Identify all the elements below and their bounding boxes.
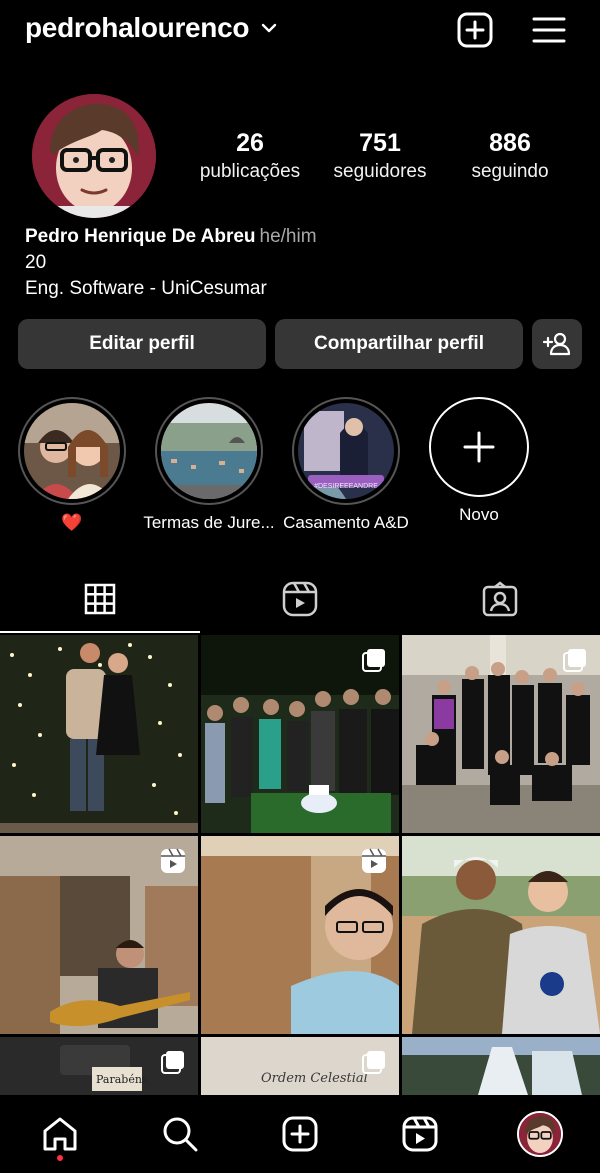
reels-icon [402,1116,438,1152]
stat-following[interactable]: 886 seguindo [445,128,575,186]
tab-posts-grid[interactable] [0,565,200,633]
tab-reels[interactable] [200,565,400,633]
chevron-down-icon [262,23,277,33]
profile-stats: 26 publicações 751 seguidores 886 seguin… [185,128,575,186]
stat-followers[interactable]: 751 seguidores [315,128,445,186]
stat-posts[interactable]: 26 publicações [185,128,315,186]
tagged-icon [482,581,518,617]
notification-dot [57,1155,63,1161]
stat-value: 26 [236,129,264,157]
highlight-heart[interactable]: ❤️ [18,397,126,533]
share-profile-button[interactable]: Compartilhar perfil [275,319,523,369]
username: pedrohalourenco [25,12,250,43]
highlight-label: ❤️ [61,513,83,532]
post-thumbnail[interactable] [0,836,198,1034]
stat-value: 886 [489,129,531,157]
bio-line: Eng. Software - UniCesumar [25,278,267,299]
post-caption-text: Parabéns [96,1073,148,1086]
highlight-label: Termas de Jure... [143,513,275,532]
highlight-ring [155,397,263,505]
highlight-ring [18,397,126,505]
multiple-posts-icon [563,649,586,672]
post-thumbnail[interactable] [402,1037,600,1095]
post-thumbnail[interactable] [0,635,198,833]
nav-reels[interactable] [360,1095,480,1173]
home-icon [43,1117,77,1151]
highlight-sticker: #DESIREEEANDRE [314,483,378,490]
multiple-posts-icon [362,1051,385,1074]
pronouns: he/him [259,226,317,247]
highlight-cover [24,403,120,499]
highlight-label: Casamento A&D [283,513,409,532]
multiple-posts-icon [362,649,385,672]
menu-icon[interactable] [531,12,567,48]
nav-home[interactable] [0,1095,120,1173]
highlight-termas[interactable]: Termas de Jure... [143,397,275,533]
highlight-casamento[interactable]: #DESIREEEANDRE Casamento A&D [283,397,409,533]
stat-value: 751 [359,129,401,157]
profile-header: pedrohalourenco [0,0,600,64]
profile-avatar[interactable] [32,94,156,218]
stat-label: seguidores [333,161,427,182]
post-thumbnail[interactable]: Ordem Celestial [201,1037,399,1095]
bottom-navigation [0,1095,600,1173]
highlight-new[interactable]: Novo [429,397,537,525]
grid-icon [84,583,116,615]
bio-line: 20 [25,252,47,273]
post-thumbnail[interactable] [402,836,600,1034]
highlight-cover [161,403,257,499]
reels-icon [282,581,318,617]
highlight-ring: #DESIREEEANDRE [292,397,400,505]
post-thumbnail[interactable] [402,635,600,833]
post-thumbnail[interactable]: Parabéns [0,1037,198,1095]
post-caption-text: Ordem Celestial [261,1071,368,1086]
tab-tagged[interactable] [400,565,600,633]
stat-label: seguindo [471,161,549,182]
discover-people-button[interactable] [532,319,582,369]
highlight-label: Novo [459,505,499,524]
post-thumbnail[interactable] [201,635,399,833]
stat-label: publicações [199,161,301,182]
search-icon [163,1117,198,1152]
highlight-cover: #DESIREEEANDRE [298,403,394,499]
post-thumbnail[interactable] [201,836,399,1034]
add-person-icon [543,332,571,356]
highlight-ring [429,397,529,497]
create-icon [282,1116,318,1152]
display-name: Pedro Henrique De Abreu [25,226,256,247]
profile-avatar-small [517,1111,563,1157]
plus-icon [463,431,495,463]
reel-icon [362,848,386,873]
create-post-icon[interactable] [457,12,493,48]
reel-icon [161,848,185,873]
avatar-illustration [32,94,156,218]
nav-search[interactable] [120,1095,240,1173]
multiple-posts-icon [161,1051,184,1074]
profile-tabs [0,565,600,633]
nav-create[interactable] [240,1095,360,1173]
profile-bio: Pedro Henrique De Abreu he/him 20 Eng. So… [25,224,317,302]
nav-profile[interactable] [480,1095,600,1173]
account-switcher[interactable]: pedrohalourenco [25,12,279,44]
edit-profile-button[interactable]: Editar perfil [18,319,266,369]
